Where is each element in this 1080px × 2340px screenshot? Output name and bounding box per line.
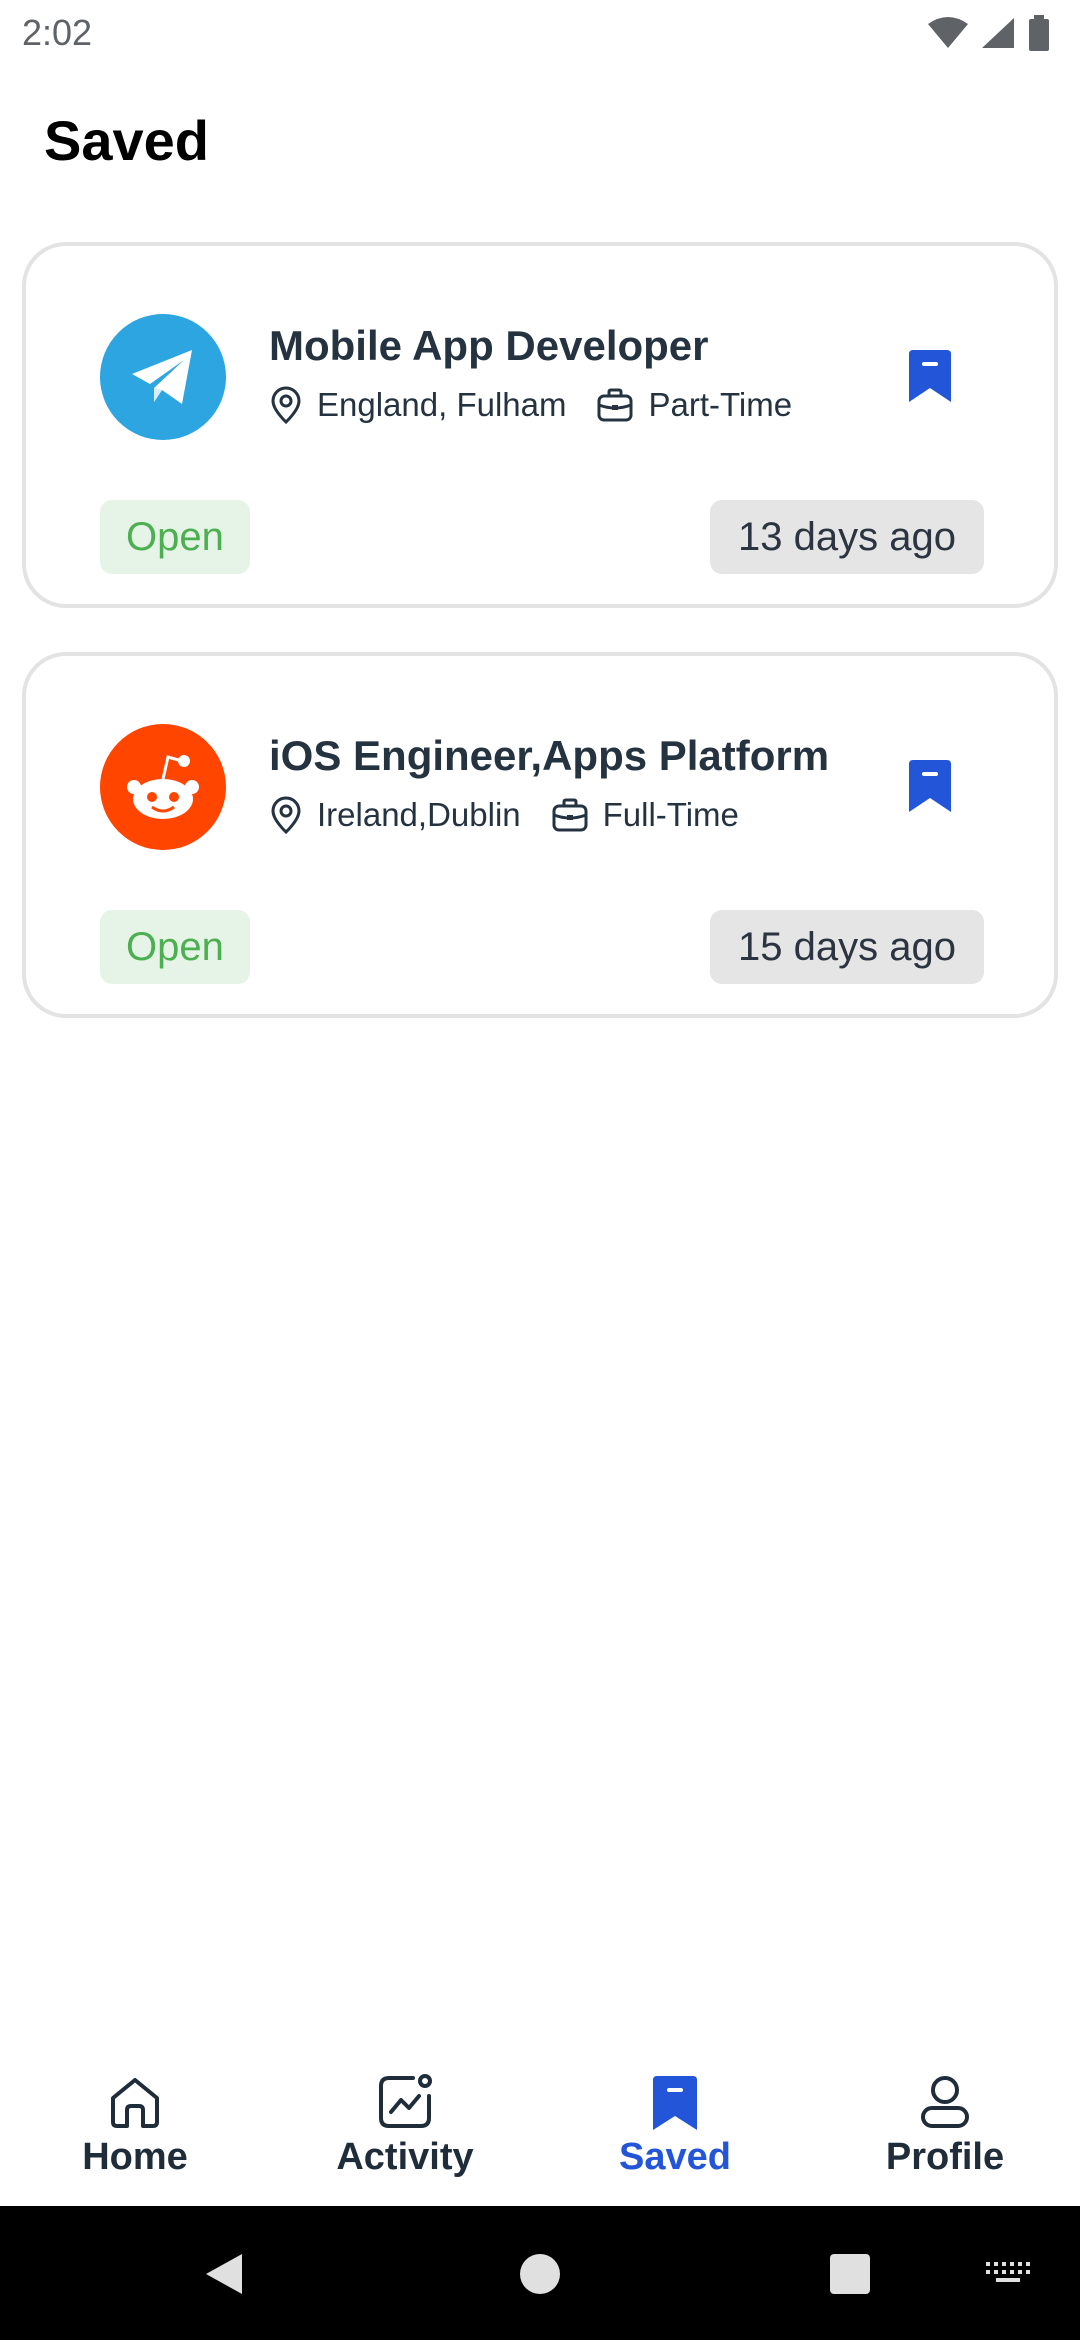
job-title[interactable]: Mobile App Developer (269, 322, 709, 370)
briefcase-icon (552, 798, 588, 832)
signal-icon (982, 18, 1014, 48)
job-meta: England, Fulham Part-Time (269, 386, 822, 424)
nav-item-home[interactable]: Home (0, 2050, 270, 2206)
nav-label-saved: Saved (619, 2136, 731, 2178)
briefcase-icon (597, 388, 633, 422)
bookmark-button[interactable] (902, 346, 958, 406)
bookmark-icon (909, 760, 951, 812)
job-type-text: Part-Time (648, 386, 793, 423)
posted-time-badge: 13 days ago (710, 500, 984, 574)
bottom-nav: Home Activity Saved Profile (0, 2050, 1080, 2206)
status-bar: 2:02 (0, 0, 1080, 66)
telegram-logo (100, 314, 226, 440)
nav-item-activity[interactable]: Activity (270, 2050, 540, 2206)
job-title[interactable]: iOS Engineer,Apps Platform (269, 732, 829, 780)
battery-icon (1029, 15, 1049, 51)
job-location-text: England, Fulham (317, 386, 567, 423)
posted-time-badge: 15 days ago (710, 910, 984, 984)
job-type: Full-Time (551, 796, 739, 834)
status-icons (928, 15, 1050, 51)
activity-icon (379, 2074, 432, 2128)
job-location: England, Fulham (269, 386, 566, 424)
job-location: Ireland,Dublin (269, 796, 521, 834)
reddit-icon (127, 755, 199, 819)
location-pin-icon (271, 386, 301, 424)
recents-icon[interactable] (830, 2254, 870, 2294)
nav-label-home: Home (82, 2136, 188, 2178)
status-badge: Open (100, 910, 250, 984)
job-type: Part-Time (596, 386, 792, 424)
bookmark-button[interactable] (902, 756, 958, 816)
bookmark-icon (653, 2076, 697, 2130)
nav-item-profile[interactable]: Profile (810, 2050, 1080, 2206)
job-card[interactable]: Mobile App Developer England, Fulham Par… (22, 242, 1058, 608)
telegram-icon (132, 350, 192, 404)
nav-label-activity: Activity (336, 2136, 474, 2178)
home-icon (111, 2078, 159, 2128)
location-pin-icon (271, 796, 301, 834)
nav-label-profile: Profile (885, 2136, 1005, 2178)
wifi-icon (928, 17, 968, 48)
status-time: 2:02 (22, 12, 93, 53)
bookmark-icon (909, 350, 951, 402)
home-button-icon[interactable] (518, 2252, 562, 2296)
profile-icon (921, 2076, 969, 2128)
system-nav-bar (0, 2206, 1080, 2340)
keyboard-icon[interactable] (986, 2262, 1030, 2286)
nav-item-saved[interactable]: Saved (540, 2050, 810, 2206)
page-title: Saved (44, 109, 209, 172)
job-location-text: Ireland,Dublin (317, 796, 521, 833)
reddit-logo (100, 724, 226, 850)
job-type-text: Full-Time (602, 796, 739, 833)
status-badge: Open (100, 500, 250, 574)
job-card[interactable]: iOS Engineer,Apps Platform Ireland,Dubli… (22, 652, 1058, 1018)
back-icon[interactable] (202, 2252, 246, 2296)
job-meta: Ireland,Dublin Full-Time (269, 796, 769, 834)
